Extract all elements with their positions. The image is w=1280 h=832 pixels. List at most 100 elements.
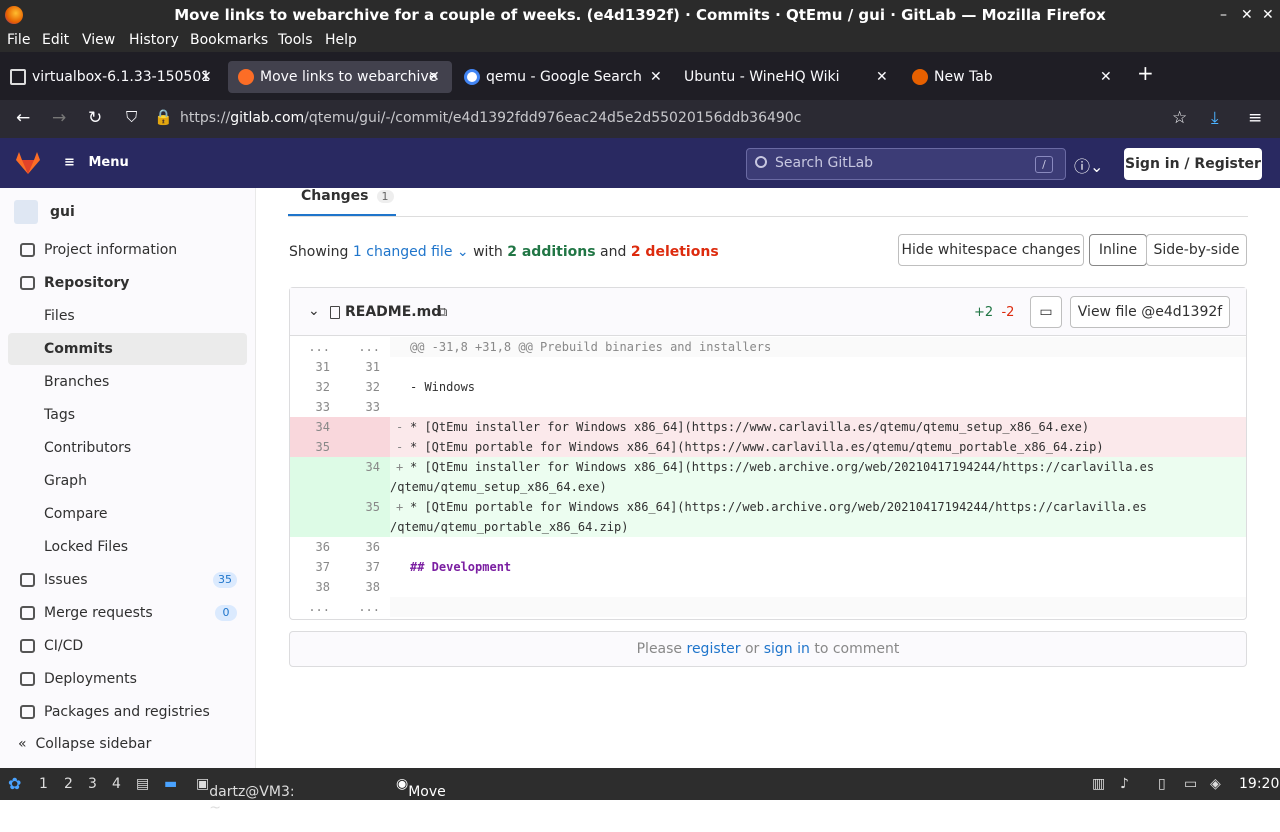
gitlab-logo-icon[interactable] bbox=[15, 151, 41, 175]
tab-winehq[interactable]: Ubuntu - WineHQ Wiki ✕ bbox=[678, 61, 902, 93]
menu-file[interactable]: File bbox=[7, 32, 30, 48]
gitlab-header: ≡ Menu Search GitLab / ⓘ⌄ Sign in / Regi… bbox=[0, 138, 1280, 188]
menu-bookmarks[interactable]: Bookmarks bbox=[190, 32, 268, 48]
menu-tools[interactable]: Tools bbox=[278, 32, 313, 48]
lock-icon[interactable]: 🔒 bbox=[154, 108, 173, 126]
diff-line-added: 35 + * [QtEmu portable for Windows x86_64]… bbox=[290, 497, 1246, 517]
sidebar-item-locked-files[interactable]: Locked Files bbox=[8, 531, 247, 563]
reload-icon[interactable]: ↻ bbox=[88, 108, 102, 128]
clock: 19:20 bbox=[1239, 776, 1280, 792]
book-icon bbox=[20, 276, 35, 290]
window-titlebar: Move links to webarchive for a couple of… bbox=[0, 0, 1280, 30]
volume-icon[interactable]: ♪ bbox=[1120, 776, 1129, 792]
hamburger-menu-icon[interactable]: ≡ bbox=[1248, 108, 1262, 128]
inline-view-button[interactable]: Inline bbox=[1089, 234, 1147, 266]
sidebar-item-cicd[interactable]: CI/CD bbox=[8, 630, 247, 662]
tab-close-icon[interactable]: ✕ bbox=[876, 61, 888, 93]
diff-hunk-footer: ...... bbox=[290, 597, 1246, 617]
sign-in-button[interactable]: Sign in / Register bbox=[1124, 148, 1262, 180]
issues-icon bbox=[20, 573, 35, 587]
workspace-1[interactable]: 1 bbox=[39, 776, 48, 792]
minimize-icon[interactable]: – bbox=[1220, 0, 1227, 30]
sign-in-link[interactable]: sign in bbox=[764, 641, 810, 657]
menu-history[interactable]: History bbox=[129, 32, 179, 48]
sidebar-item-branches[interactable]: Branches bbox=[8, 366, 247, 398]
project-title[interactable]: gui bbox=[14, 200, 75, 224]
close-icon[interactable]: ✕ bbox=[1262, 0, 1274, 30]
tab-google[interactable]: qemu - Google Search ✕ bbox=[454, 61, 678, 93]
hide-whitespace-button[interactable]: Hide whitespace changes bbox=[898, 234, 1084, 266]
tab-close-icon[interactable]: ✕ bbox=[1100, 61, 1112, 93]
tab-close-icon[interactable]: ✕ bbox=[428, 61, 440, 93]
terminal-taskbar-item[interactable]: ▣ dartz@VM3: ~ bbox=[196, 776, 295, 816]
sidebar-item-packages[interactable]: Packages and registries bbox=[8, 696, 247, 728]
diff-line-deleted: 35- * [QtEmu portable for Windows x86_64]… bbox=[290, 437, 1246, 457]
workspace-4[interactable]: 4 bbox=[112, 776, 121, 792]
workspace-2[interactable]: 2 bbox=[64, 776, 73, 792]
comment-prompt: Please register or sign in to comment bbox=[289, 631, 1247, 667]
sidebar-item-contributors[interactable]: Contributors bbox=[8, 432, 247, 464]
desktop-icon[interactable]: ▬ bbox=[164, 776, 177, 792]
rocket-icon bbox=[20, 639, 35, 653]
sidebar-item-commits[interactable]: Commits bbox=[8, 333, 247, 365]
collapse-sidebar-button[interactable]: « Collapse sidebar bbox=[18, 736, 151, 752]
sidebar-item-files[interactable]: Files bbox=[8, 300, 247, 332]
tab-newtab[interactable]: New Tab ✕ bbox=[902, 61, 1126, 93]
sidebar-item-deployments[interactable]: Deployments bbox=[8, 663, 247, 695]
sidebar-item-merge-requests[interactable]: Merge requests 0 bbox=[8, 597, 247, 629]
tab-gitlab-commit[interactable]: Move links to webarchive ✕ bbox=[228, 61, 452, 93]
merge-requests-count-badge: 0 bbox=[215, 605, 237, 621]
new-tab-button[interactable]: + bbox=[1137, 61, 1154, 85]
maximize-icon[interactable]: ✕ bbox=[1241, 0, 1253, 30]
help-icon[interactable]: ⓘ⌄ bbox=[1074, 153, 1103, 177]
side-by-side-button[interactable]: Side-by-side bbox=[1146, 234, 1247, 266]
url-bar[interactable]: https://gitlab.com/qtemu/gui/-/commit/e4… bbox=[180, 110, 801, 126]
diff-line: 38 38 bbox=[315, 580, 380, 594]
diff-hunk-header: ...... @@ -31,8 +31,8 @@ Prebuild binarie… bbox=[290, 337, 1246, 357]
tab-changes[interactable]: Changes 1 bbox=[288, 188, 396, 216]
shield-icon[interactable]: ⛉ bbox=[126, 108, 137, 126]
copy-icon[interactable]: ⧉ bbox=[438, 305, 447, 320]
diff-summary: Showing 1 changed file ⌄ with 2 addition… bbox=[289, 244, 719, 260]
tab-close-icon[interactable]: ✕ bbox=[650, 61, 662, 93]
comment-icon[interactable]: ▭ bbox=[1030, 296, 1062, 328]
google-icon bbox=[464, 69, 480, 85]
merge-request-icon bbox=[20, 606, 35, 620]
tab-virtualbox[interactable]: virtualbox-6.1.33-150501 ✕ bbox=[0, 61, 224, 93]
virtualbox-icon bbox=[10, 69, 26, 85]
chevron-down-icon[interactable]: ⌄ bbox=[308, 303, 320, 319]
view-file-button[interactable]: View file @e4d1392f bbox=[1070, 296, 1230, 328]
tray-icon[interactable]: ▥ bbox=[1092, 776, 1105, 792]
sidebar-item-graph[interactable]: Graph bbox=[8, 465, 247, 497]
firefox-taskbar-item[interactable]: ◉ Move links to webarc... bbox=[396, 776, 472, 832]
register-link[interactable]: register bbox=[687, 641, 741, 657]
menu-help[interactable]: Help bbox=[325, 32, 357, 48]
start-menu-icon[interactable]: ✿ bbox=[8, 774, 21, 793]
menu-edit[interactable]: Edit bbox=[42, 32, 69, 48]
menu-view[interactable]: View bbox=[82, 32, 115, 48]
download-icon[interactable]: ⤓ bbox=[1211, 108, 1219, 128]
changes-count-badge: 1 bbox=[376, 190, 394, 203]
os-taskbar: ✿ 1 2 3 4 ▤ ▬ ▣ dartz@VM3: ~ ◉ Move link… bbox=[0, 768, 1280, 832]
workspace-3[interactable]: 3 bbox=[88, 776, 97, 792]
file-manager-icon[interactable]: ▤ bbox=[136, 776, 149, 792]
bookmark-star-icon[interactable]: ☆ bbox=[1172, 108, 1187, 128]
search-input[interactable]: Search GitLab / bbox=[746, 148, 1066, 180]
changed-files-dropdown[interactable]: 1 changed file ⌄ bbox=[353, 244, 469, 260]
tab-close-icon[interactable]: ✕ bbox=[200, 61, 212, 93]
sidebar-item-issues[interactable]: Issues 35 bbox=[8, 564, 247, 596]
back-icon[interactable]: ← bbox=[16, 108, 30, 128]
sidebar-item-project-information[interactable]: Project information bbox=[8, 234, 247, 266]
sidebar-item-tags[interactable]: Tags bbox=[8, 399, 247, 431]
menu-button[interactable]: ≡ Menu bbox=[64, 155, 129, 170]
notification-icon[interactable]: ◈ bbox=[1210, 776, 1221, 792]
sidebar-item-repository[interactable]: Repository bbox=[8, 267, 247, 299]
window-title: Move links to webarchive for a couple of… bbox=[174, 6, 1106, 24]
clipboard-icon[interactable]: ▯ bbox=[1158, 776, 1166, 792]
sidebar-item-compare[interactable]: Compare bbox=[8, 498, 247, 530]
file-name[interactable]: README.md bbox=[345, 304, 441, 320]
project-avatar bbox=[14, 200, 38, 224]
file-stats: +2 -2 bbox=[974, 305, 1015, 320]
display-icon[interactable]: ▭ bbox=[1184, 776, 1197, 792]
forward-icon[interactable]: → bbox=[52, 108, 66, 128]
